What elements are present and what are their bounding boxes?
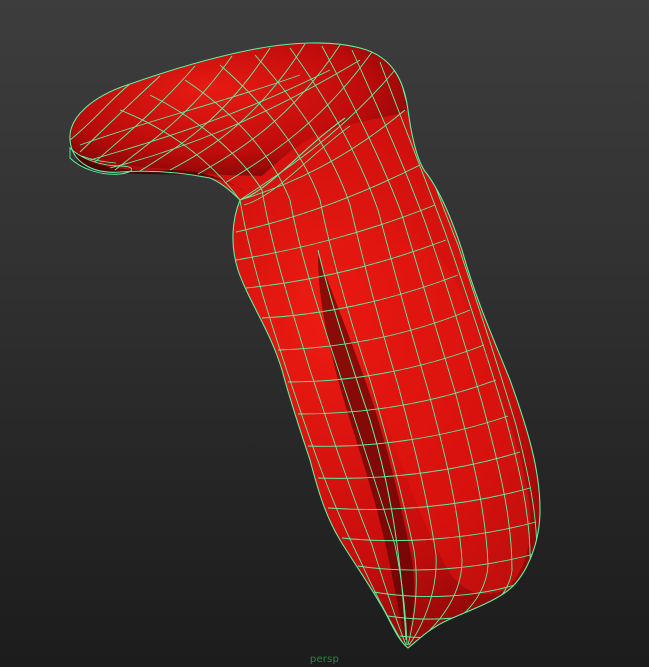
perspective-viewport[interactable]: persp (0, 0, 649, 667)
shaded-surface (69, 42, 541, 648)
nurbs-model[interactable] (0, 0, 649, 667)
camera-name-label: persp (309, 654, 340, 665)
